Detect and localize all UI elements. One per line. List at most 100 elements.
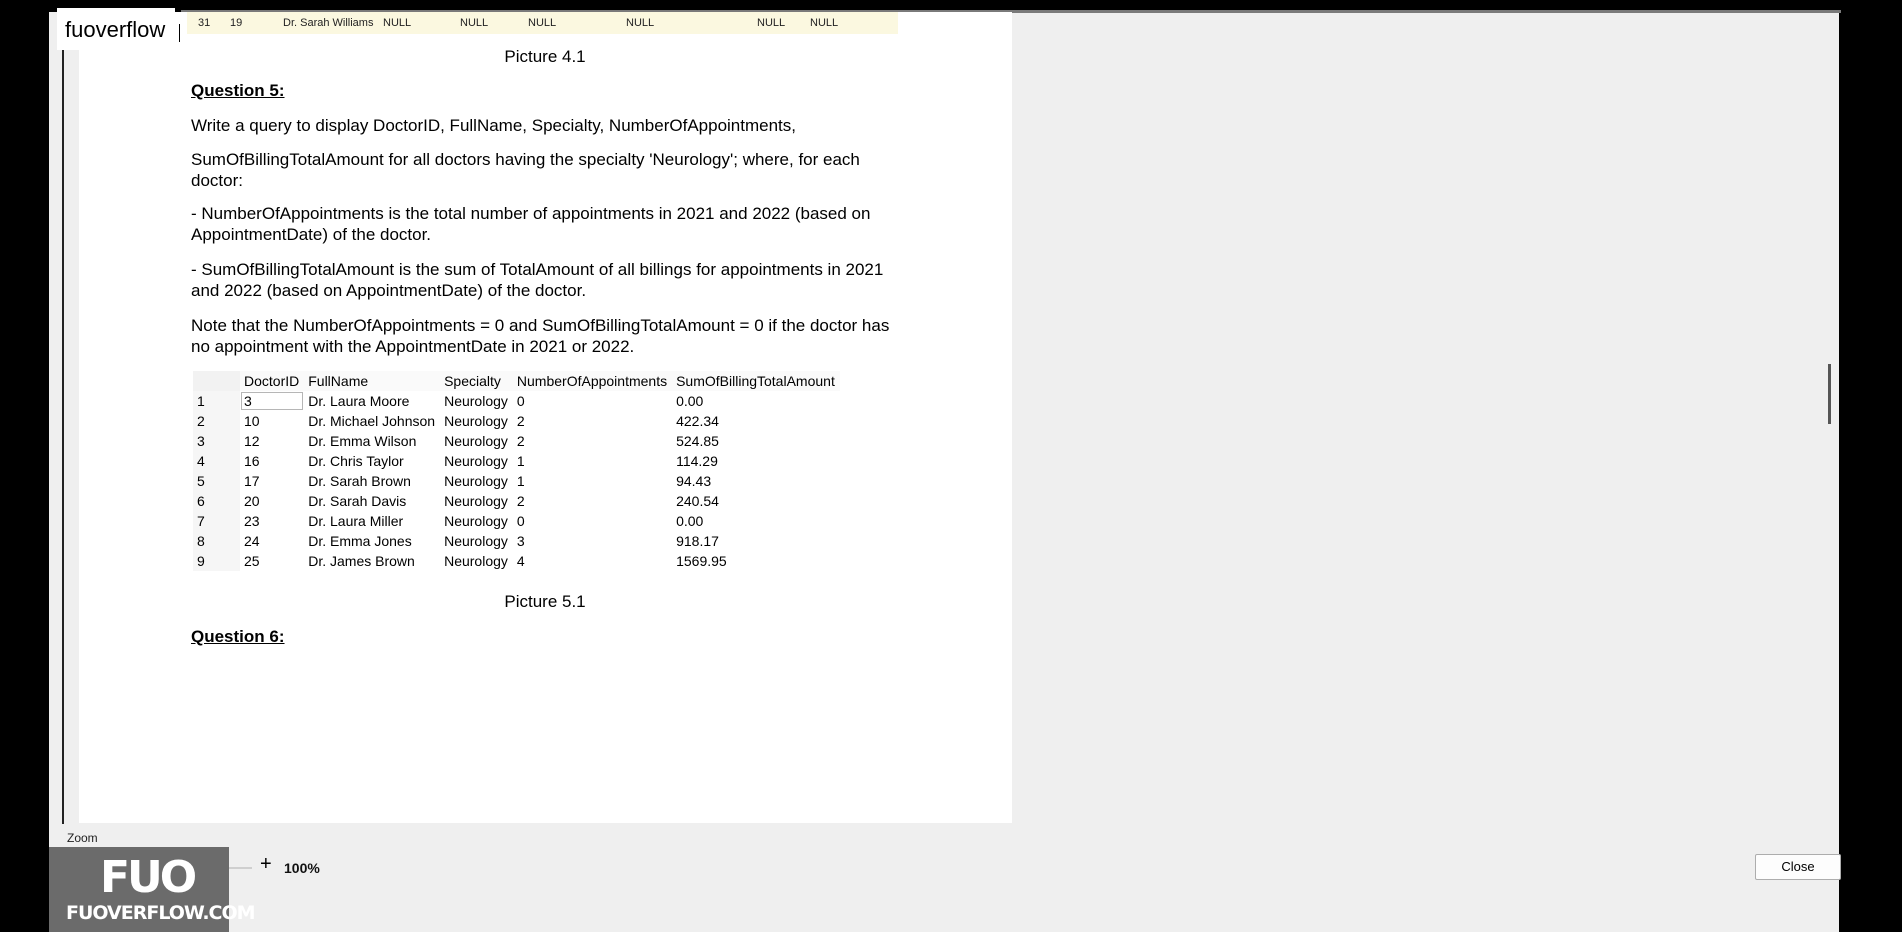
table-cell: 1 — [516, 453, 525, 469]
table-cell: 1569.95 — [676, 553, 727, 569]
table-cell: Dr. Chris Taylor — [308, 453, 404, 469]
table-row: 9 25 Dr. James Brown Neurology 4 1569.95 — [193, 551, 840, 571]
row-number: 7 — [193, 511, 240, 531]
prev-cell: Dr. Sarah Williams — [283, 17, 374, 29]
table-cell: 0 — [516, 393, 525, 409]
table-cell: 0.00 — [676, 393, 704, 409]
column-header: NumberOfAppointments — [512, 371, 673, 391]
table-row: 4 16 Dr. Chris Taylor Neurology 1 114.29 — [193, 451, 840, 471]
table-row: 8 24 Dr. Emma Jones Neurology 3 918.17 — [193, 531, 840, 551]
table-cell: 918.17 — [676, 533, 719, 549]
table-row: 2 10 Dr. Michael Johnson Neurology 2 422… — [193, 411, 840, 431]
question-5-text: Note that the NumberOfAppointments = 0 a… — [191, 316, 890, 356]
table-row: 3 12 Dr. Emma Wilson Neurology 2 524.85 — [193, 431, 840, 451]
table-cell: 24 — [244, 533, 260, 549]
table-cell: 23 — [244, 513, 260, 529]
previous-result-row: 31 19 Dr. Sarah Williams NULL NULL NULL … — [187, 12, 898, 34]
table-cell: Dr. Sarah Brown — [308, 473, 411, 489]
column-header: Specialty — [440, 371, 513, 391]
question-5-text: SumOfBillingTotalAmount for all doctors … — [191, 150, 860, 190]
prev-cell: 31 — [198, 17, 211, 29]
question-5-title: Question 5: — [191, 81, 285, 100]
table-cell: Dr. Laura Miller — [308, 513, 404, 529]
row-number: 8 — [193, 531, 240, 551]
table-cell: 25 — [244, 553, 260, 569]
table-cell: 0.00 — [676, 513, 704, 529]
question-5-text: Write a query to display DoctorID, FullN… — [191, 116, 796, 135]
table-cell: Neurology — [444, 513, 508, 529]
table-cell: 240.54 — [676, 493, 719, 509]
row-number-header — [193, 371, 240, 391]
table-cell: 4 — [516, 553, 525, 569]
zoom-label: Zoom — [67, 831, 98, 845]
table-cell: 94.43 — [676, 473, 712, 489]
table-cell: Neurology — [444, 413, 508, 429]
table-cell: Dr. Emma Jones — [308, 533, 412, 549]
prev-cell: NULL — [528, 17, 557, 29]
row-number: 1 — [193, 391, 240, 411]
table-cell: 114.29 — [676, 453, 718, 469]
table-cell: 16 — [244, 453, 260, 469]
table-cell: 3 — [240, 391, 304, 411]
table-cell: Dr. Emma Wilson — [308, 433, 417, 449]
table-cell: Neurology — [444, 453, 508, 469]
vertical-scrollbar[interactable] — [1828, 364, 1831, 424]
table-cell: 3 — [516, 533, 525, 549]
picture-caption: Picture 4.1 — [504, 47, 586, 66]
table-cell: Neurology — [444, 393, 508, 409]
table-cell: Dr. Michael Johnson — [308, 413, 436, 429]
table-cell: 524.85 — [676, 433, 719, 449]
question-5-text: - NumberOfAppointments is the total numb… — [191, 204, 871, 244]
column-header: SumOfBillingTotalAmount — [672, 371, 840, 391]
table-row: 5 17 Dr. Sarah Brown Neurology 1 94.43 — [193, 471, 840, 491]
prev-cell: NULL — [757, 17, 786, 29]
table-cell: Dr. James Brown — [308, 553, 415, 569]
table-cell: 2 — [516, 433, 525, 449]
prev-cell: NULL — [460, 17, 489, 29]
table-cell: Neurology — [444, 473, 508, 489]
page-left-border — [62, 44, 64, 824]
row-number: 9 — [193, 551, 240, 571]
zoom-in-button[interactable]: + — [260, 853, 272, 876]
row-number: 4 — [193, 451, 240, 471]
column-header: DoctorID — [240, 371, 305, 391]
table-row: 1 3 Dr. Laura Moore Neurology 0 0.00 — [193, 391, 840, 411]
column-header: FullName — [304, 371, 441, 391]
logo-mark-icon: FUO — [100, 852, 197, 903]
table-cell: 1 — [516, 473, 525, 489]
question-5-text: - SumOfBillingTotalAmount is the sum of … — [191, 260, 884, 300]
row-number: 5 — [193, 471, 240, 491]
table-cell: 10 — [244, 413, 260, 429]
table-cell: 20 — [244, 493, 260, 509]
table-row: 6 20 Dr. Sarah Davis Neurology 2 240.54 — [193, 491, 840, 511]
row-number: 6 — [193, 491, 240, 511]
table-cell: Neurology — [444, 493, 508, 509]
prev-cell: 19 — [230, 17, 243, 29]
table-cell: 422.34 — [676, 413, 719, 429]
table-header-row: DoctorID FullName Specialty NumberOfAppo… — [193, 371, 840, 391]
picture-caption: Picture 5.1 — [504, 592, 586, 611]
zoom-value: 100% — [284, 860, 320, 876]
table-cell: Dr. Sarah Davis — [308, 493, 407, 509]
table-cell: Neurology — [444, 553, 508, 569]
table-cell: 2 — [516, 413, 525, 429]
table-row: 7 23 Dr. Laura Miller Neurology 0 0.00 — [193, 511, 840, 531]
table-cell: 12 — [244, 433, 260, 449]
prev-cell: NULL — [810, 17, 839, 29]
brand-label: fuoverflow — [65, 17, 166, 42]
table-cell: 0 — [516, 513, 525, 529]
row-number: 3 — [193, 431, 240, 451]
logo-text: FUOVERFLOW.COM — [66, 902, 256, 924]
table-cell: Dr. Laura Moore — [308, 393, 410, 409]
close-button[interactable]: Close — [1755, 854, 1841, 880]
prev-cell: NULL — [383, 17, 412, 29]
table-cell: 2 — [516, 493, 525, 509]
table-cell: 17 — [244, 473, 260, 489]
row-number: 2 — [193, 411, 240, 431]
result-table: DoctorID FullName Specialty NumberOfAppo… — [193, 371, 840, 571]
table-cell: Neurology — [444, 533, 508, 549]
question-6-title: Question 6: — [191, 627, 285, 646]
table-cell: Neurology — [444, 433, 508, 449]
text-cursor — [179, 24, 180, 42]
prev-cell: NULL — [626, 17, 655, 29]
